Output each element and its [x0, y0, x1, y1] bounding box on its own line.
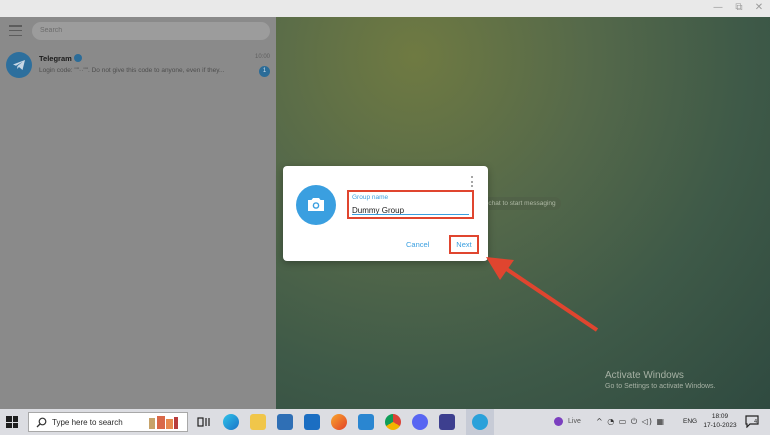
chrome-icon[interactable] [385, 414, 401, 430]
camera-icon [308, 198, 324, 211]
notification-count: 4 [754, 419, 757, 425]
search-input[interactable] [32, 22, 270, 40]
chat-time: 10:00 [254, 54, 270, 60]
more-options-icon[interactable] [471, 176, 474, 187]
task-view-icon[interactable] [196, 414, 212, 430]
firefox-icon[interactable] [331, 414, 347, 430]
group-name-field[interactable]: Group name [347, 190, 474, 219]
store-icon[interactable] [277, 414, 293, 430]
maximize-button[interactable]: ⧉ [730, 1, 748, 15]
activate-windows-watermark: Activate Windows Go to Settings to activ… [605, 370, 716, 390]
verified-badge-icon [74, 54, 82, 62]
telegram-logo-icon [6, 52, 32, 78]
clock-date: 17-10-2023 [703, 422, 737, 429]
chat-name: Telegram [39, 54, 72, 63]
search-highlight-art-icon [149, 416, 178, 429]
field-underline [352, 214, 469, 215]
menu-icon[interactable] [9, 25, 22, 36]
language-indicator[interactable]: ENG [683, 418, 697, 425]
empty-chat-hint: a chat to start messaging [478, 197, 561, 210]
watermark-subtitle: Go to Settings to activate Windows. [605, 383, 716, 390]
chat-sidebar: Telegram 10:00 Login code: ""··"". Do no… [0, 17, 276, 409]
vscode-icon[interactable] [358, 414, 374, 430]
close-button[interactable]: ✕ [750, 1, 768, 15]
taskbar-search[interactable]: Type here to search [28, 412, 188, 432]
discord-icon[interactable] [412, 414, 428, 430]
cancel-button[interactable]: Cancel [406, 240, 429, 249]
screen: — ⧉ ✕ Telegram 10:00 Login code: ""··"".… [0, 0, 770, 445]
bottom-strip [0, 435, 770, 445]
live-icon[interactable] [554, 417, 563, 426]
unread-badge: 1 [259, 66, 270, 77]
terminal-icon[interactable] [439, 414, 455, 430]
telegram-taskbar-icon [472, 414, 488, 430]
chat-list-item[interactable]: Telegram 10:00 Login code: ""··"". Do no… [0, 49, 276, 83]
group-name-label: Group name [352, 194, 389, 201]
title-bar: — ⧉ ✕ [0, 0, 770, 17]
telegram-taskbar-button[interactable] [466, 409, 494, 435]
live-label: Live [568, 418, 581, 425]
watermark-title: Activate Windows [605, 370, 684, 381]
edge-icon[interactable] [223, 414, 239, 430]
notification-center-icon[interactable]: 4 [745, 415, 759, 429]
clock-time: 18:09 [711, 413, 729, 420]
chat-preview: Login code: ""··"". Do not give this cod… [39, 67, 225, 74]
minimize-button[interactable]: — [709, 1, 727, 15]
windows-start-icon[interactable] [6, 416, 18, 428]
set-photo-button[interactable] [296, 185, 336, 225]
file-explorer-icon[interactable] [250, 414, 266, 430]
system-tray-icons[interactable]: ^ ◔ ▭ ⏻ ◁) ▦ [596, 417, 665, 427]
mail-icon[interactable] [304, 414, 320, 430]
next-button[interactable]: Next [449, 235, 479, 254]
clock[interactable]: 18:09 17-10-2023 [701, 412, 739, 430]
taskbar-search-placeholder: Type here to search [52, 418, 123, 427]
search-icon [36, 417, 47, 428]
taskbar: Type here to search Live ^ ◔ ▭ ⏻ ◁) ▦ EN… [0, 409, 770, 435]
new-group-dialog: Group name Cancel Next [283, 166, 488, 261]
